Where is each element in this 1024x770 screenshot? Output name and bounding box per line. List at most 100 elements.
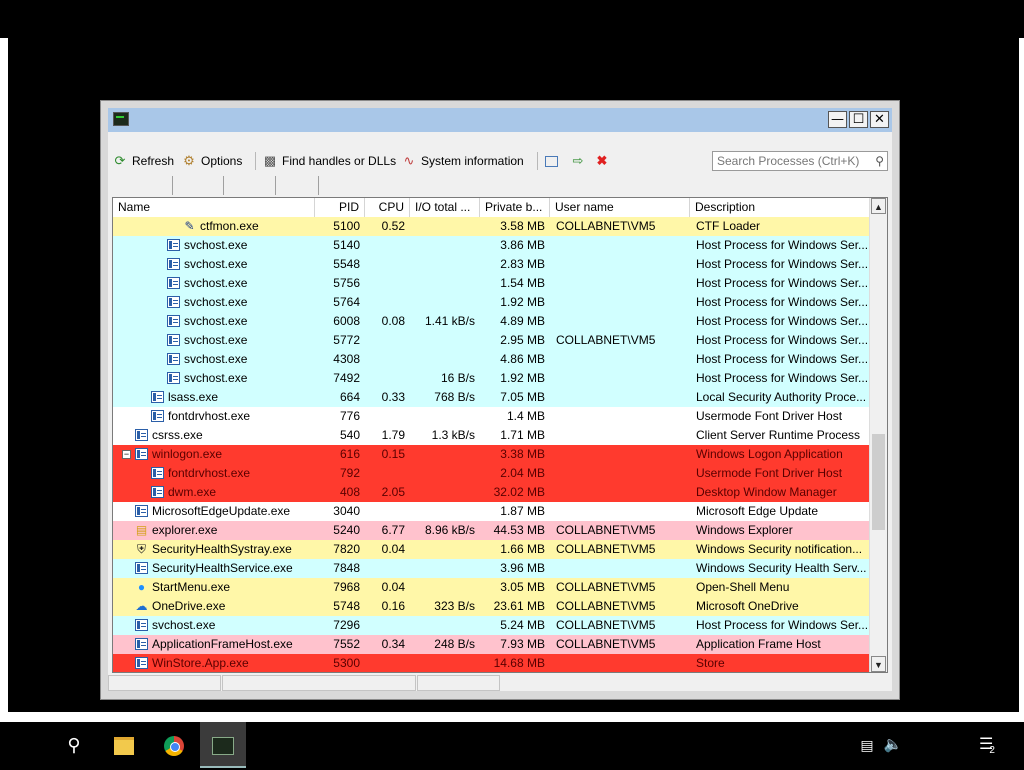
process-row[interactable]: ▤ explorer.exe 5240 6.77 8.96 kB/s 44.53 MB CO… xyxy=(113,521,870,540)
process-row[interactable]: SecurityHealthService.exe 7848 3.96 MB Wind… xyxy=(113,559,870,578)
process-priv-cell: 2.04 MB xyxy=(500,466,545,480)
process-desc-cell: Host Process for Windows Ser... xyxy=(696,352,869,366)
process-row[interactable]: dwm.exe 408 2.05 32.02 MB Desktop Window Man… xyxy=(113,483,870,502)
scroll-down-button[interactable]: ▼ xyxy=(871,656,886,672)
process-priv-cell: 3.05 MB xyxy=(500,580,545,594)
network-tray-icon[interactable]: ▤ xyxy=(852,722,882,768)
desktop-edge-left xyxy=(0,38,8,722)
app-icon xyxy=(113,112,129,126)
vertical-scrollbar[interactable]: ▲ ▼ xyxy=(869,198,887,672)
terminate-button[interactable]: ✖ xyxy=(594,152,610,170)
column-header-pid[interactable]: PID xyxy=(315,198,365,217)
search-icon: ⚲ xyxy=(875,154,884,168)
process-desc-cell: Host Process for Windows Ser... xyxy=(696,333,869,347)
process-user-cell xyxy=(550,388,690,407)
refresh-icon: ⟳ xyxy=(114,153,126,168)
process-row[interactable]: svchost.exe 4308 4.86 MB Host Process for W… xyxy=(113,350,870,369)
title-bar[interactable]: — ☐ ✕ xyxy=(108,108,892,132)
process-name: svchost.exe xyxy=(152,618,216,632)
process-cpu-cell xyxy=(365,255,410,274)
search-input[interactable]: Search Processes (Ctrl+K) ⚲ xyxy=(712,151,888,171)
process-pid-cell: 7968 xyxy=(333,580,360,594)
process-user-cell xyxy=(550,236,690,255)
process-priv-cell: 32.02 MB xyxy=(493,485,545,499)
process-cpu-cell xyxy=(365,654,410,672)
process-io-cell xyxy=(410,578,480,597)
process-io-cell xyxy=(410,445,480,464)
find-handles-label: Find handles or DLLs xyxy=(282,154,397,168)
process-row[interactable]: csrss.exe 540 1.79 1.3 kB/s 1.71 MB Client Se… xyxy=(113,426,870,445)
notification-count: 2 xyxy=(989,745,995,756)
tab-1[interactable] xyxy=(172,176,225,195)
show-details-button[interactable]: ⇨ xyxy=(570,152,586,170)
process-row[interactable]: ⛨ SecurityHealthSystray.exe 7820 0.04 1.66 M… xyxy=(113,540,870,559)
system-information-button[interactable]: ∿ System information xyxy=(401,152,524,170)
process-row[interactable]: svchost.exe 5772 2.95 MB COLLABNET\VM5 Host … xyxy=(113,331,870,350)
maximize-button[interactable]: ☐ xyxy=(849,111,868,128)
process-pid-cell: 5100 xyxy=(333,219,360,233)
column-header-user-name[interactable]: User name xyxy=(550,198,690,217)
column-header-io-total[interactable]: I/O total ... xyxy=(410,198,480,217)
process-cpu-cell: 6.77 xyxy=(381,523,405,537)
search-taskbar-button[interactable]: ⚲ xyxy=(54,722,94,768)
process-row[interactable]: ☁ OneDrive.exe 5748 0.16 323 B/s 23.61 MB COLL… xyxy=(113,597,870,616)
process-priv-cell: 5.24 MB xyxy=(500,618,545,632)
process-name: dwm.exe xyxy=(168,485,217,499)
process-io-cell xyxy=(410,616,480,635)
process-priv-cell: 1.66 MB xyxy=(500,542,545,556)
process-hacker-window: — ☐ ✕ ⟳ Refresh ⚙ Options ▩ Find handles… xyxy=(100,100,900,700)
process-hacker-taskbar-button[interactable] xyxy=(200,722,246,768)
process-row[interactable]: svchost.exe 5140 3.86 MB Host Process for W… xyxy=(113,236,870,255)
options-button[interactable]: ⚙ Options xyxy=(181,152,242,170)
tab-2[interactable] xyxy=(223,176,277,195)
process-io-cell xyxy=(410,236,480,255)
scroll-up-button[interactable]: ▲ xyxy=(871,198,886,214)
process-name: explorer.exe xyxy=(152,523,218,537)
process-window-icon xyxy=(135,619,148,631)
action-center-button[interactable]: ☰2 xyxy=(972,722,1006,768)
process-row[interactable]: svchost.exe 7296 5.24 MB COLLABNET\VM5 Host … xyxy=(113,616,870,635)
find-handles-button[interactable]: ▩ Find handles or DLLs xyxy=(262,152,396,170)
tab-3[interactable] xyxy=(275,176,319,195)
process-row[interactable]: svchost.exe 7492 16 B/s 1.92 MB Host Process… xyxy=(113,369,870,388)
process-io-cell xyxy=(410,331,480,350)
process-name-cell: svchost.exe xyxy=(113,255,315,274)
file-explorer-taskbar-button[interactable] xyxy=(104,722,144,768)
column-header-name[interactable]: Name xyxy=(113,198,315,217)
process-row[interactable]: MicrosoftEdgeUpdate.exe 3040 1.87 MB Micros… xyxy=(113,502,870,521)
window-icon-button[interactable] xyxy=(545,152,558,170)
scroll-thumb[interactable] xyxy=(872,434,885,530)
refresh-button[interactable]: ⟳ Refresh xyxy=(112,152,174,170)
process-row[interactable]: svchost.exe 5764 1.92 MB Host Process for W… xyxy=(113,293,870,312)
close-window-button[interactable]: ✕ xyxy=(870,111,889,128)
process-cpu-cell: 0.34 xyxy=(381,637,405,651)
process-row[interactable]: lsass.exe 664 0.33 768 B/s 7.05 MB Local Secu… xyxy=(113,388,870,407)
process-cpu-cell xyxy=(365,331,410,350)
process-name: ctfmon.exe xyxy=(200,219,259,233)
column-header-cpu[interactable]: CPU xyxy=(365,198,410,217)
collapse-toggle[interactable]: − xyxy=(122,450,131,459)
process-row[interactable]: WinStore.App.exe 5300 14.68 MB Store xyxy=(113,654,870,672)
process-desc-cell: Open-Shell Menu xyxy=(696,580,790,594)
process-user-cell xyxy=(550,654,690,672)
process-row[interactable]: svchost.exe 5756 1.54 MB Host Process for W… xyxy=(113,274,870,293)
process-name-cell: − winlogon.exe xyxy=(113,445,315,464)
minimize-button[interactable]: — xyxy=(828,111,847,128)
process-row[interactable]: svchost.exe 5548 2.83 MB Host Process for W… xyxy=(113,255,870,274)
chrome-taskbar-button[interactable] xyxy=(154,722,194,768)
process-desc-cell: Host Process for Windows Ser... xyxy=(696,314,869,328)
column-header-description[interactable]: Description xyxy=(690,198,870,217)
desktop-edge-bottom xyxy=(0,712,1024,722)
column-header-private-bytes[interactable]: Private b... xyxy=(480,198,550,217)
volume-tray-icon[interactable]: 🔈 xyxy=(880,722,906,768)
process-row[interactable]: − winlogon.exe 616 0.15 3.38 MB Windows Logon… xyxy=(113,445,870,464)
process-priv-cell: 2.95 MB xyxy=(500,333,545,347)
process-row[interactable]: ● StartMenu.exe 7968 0.04 3.05 MB COLLABNET\V… xyxy=(113,578,870,597)
process-row[interactable]: ✎ ctfmon.exe 5100 0.52 3.58 MB COLLABNET\VM5 C… xyxy=(113,217,870,236)
process-row[interactable]: fontdrvhost.exe 792 2.04 MB Usermode Font D… xyxy=(113,464,870,483)
process-row[interactable]: ApplicationFrameHost.exe 7552 0.34 248 B/s 7… xyxy=(113,635,870,654)
process-row[interactable]: svchost.exe 6008 0.08 1.41 kB/s 4.89 MB Host … xyxy=(113,312,870,331)
process-name-cell: svchost.exe xyxy=(113,331,315,350)
process-row[interactable]: fontdrvhost.exe 776 1.4 MB Usermode Font Dr… xyxy=(113,407,870,426)
process-pid-cell: 408 xyxy=(339,485,360,499)
